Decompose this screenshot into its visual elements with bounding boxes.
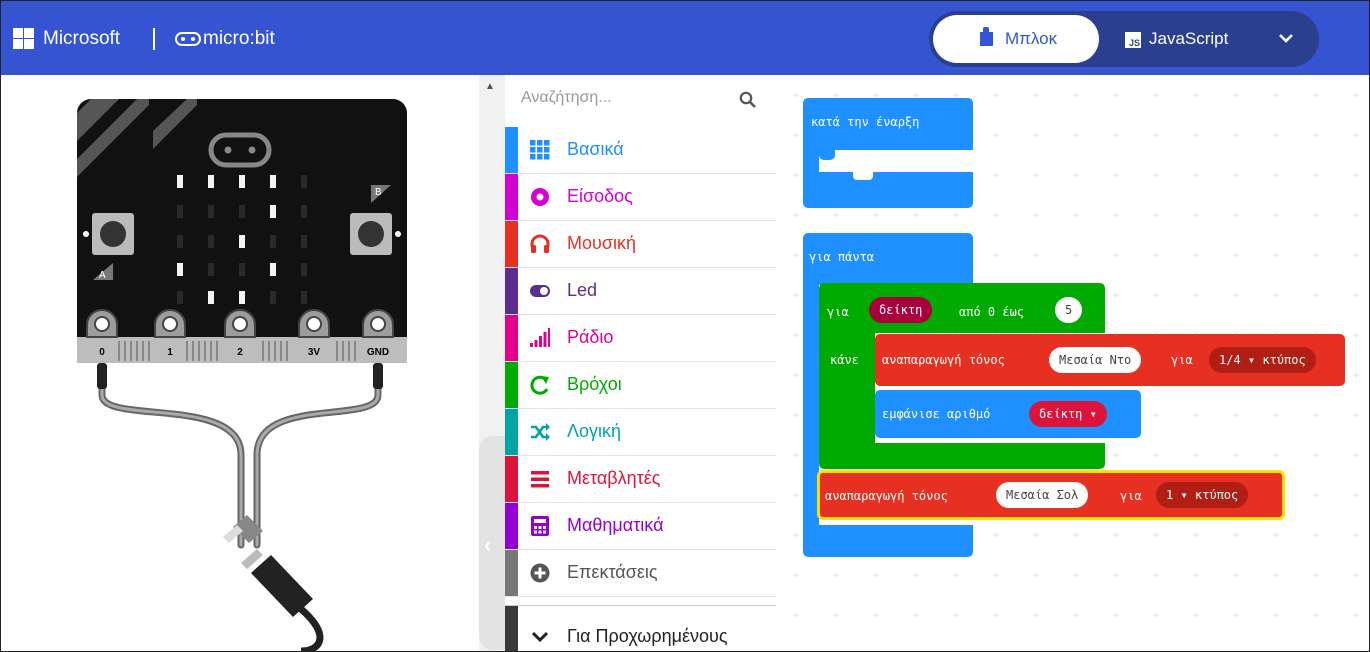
chevron-down-icon[interactable] [1275,27,1297,49]
microbit-logo-icon [175,32,201,46]
headphone-jack-icon [223,515,324,651]
category-color-stripe [505,409,518,455]
beat-dropdown[interactable]: 1/4 ▾ κτύπος [1209,347,1316,373]
category-input[interactable]: Είσοδος [505,174,776,221]
pin-label: 3V [308,347,321,358]
microsoft-label[interactable]: Microsoft [43,28,120,50]
category-color-stripe [505,174,518,220]
javascript-label: JavaScript [1149,29,1229,48]
category-label: Λογική [567,421,622,441]
category-basic[interactable]: Βασικά [505,127,776,174]
category-color-stripe [505,362,518,408]
range-label: από 0 έως [959,305,1025,319]
pin-label: 1 [167,347,173,358]
category-extensions[interactable]: Επεκτάσεις [505,550,776,597]
category-label: Μεταβλητές [567,468,661,488]
note-input[interactable]: Μεσαία Ντο [1049,347,1142,373]
category-label: Βρόχοι [567,374,622,394]
chevron-down-icon [531,631,549,643]
header-divider [153,28,155,50]
category-label: Ράδιο [567,327,614,347]
show-number-block[interactable]: εμφάνισε αριθμό δείκτη ▾ [875,390,1141,438]
play-tone-label: αναπαραγωγή τόνος [825,489,948,503]
category-label: Led [567,280,598,300]
pin-label: GND [367,347,389,358]
scroll-up-icon[interactable]: ▲ [485,81,495,92]
on-start-label: κατά την έναρξη [811,115,920,129]
loop-variable[interactable]: δείκτη [869,297,933,323]
category-label: Μαθηματικά [567,515,664,535]
category-loops[interactable]: Βρόχοι [505,362,776,409]
js-file-icon: JS [1125,32,1141,48]
category-math[interactable]: Μαθηματικά [505,503,776,550]
category-label: Βασικά [567,139,624,159]
pin-label: 2 [237,347,243,358]
blocks-label: Μπλοκ [1005,29,1058,48]
category-color-stripe [505,456,518,502]
show-number-label: εμφάνισε αριθμό [882,407,991,421]
javascript-button[interactable]: JS JavaScript [1125,29,1228,49]
play-tone-block-selected[interactable]: αναπαραγωγή τόνος Μεσαία Σολ για 1 ▾ κτύ… [817,470,1285,520]
button-b-label: B [375,187,382,198]
signal-bars-icon [530,328,550,347]
category-color-stripe [505,221,518,267]
beat-dropdown[interactable]: 1 ▾ κτύπος [1156,482,1249,508]
on-start-block[interactable]: κατά την έναρξη [803,98,973,208]
category-advanced[interactable]: Για Προχωρημένους [505,605,776,651]
for-label: για [827,305,849,319]
microbit-simulator[interactable]: A B 0 1 2 3V GND [1,75,479,651]
simulator-panel: A B 0 1 2 3V GND [1,75,479,651]
play-tone-label: αναπαραγωγή τόνος [882,353,1005,367]
category-music[interactable]: Μουσική [505,221,776,268]
blocks-workspace[interactable]: κατά την έναρξη για πάντα για δείκτη από… [776,75,1369,651]
toolbox-search [505,75,776,127]
category-label: Είσοδος [567,186,633,206]
category-color-stripe [505,127,518,173]
category-logic[interactable]: Λογική [505,409,776,456]
toggle-icon [530,285,550,297]
loop-arrow-icon [530,375,549,395]
shuffle-icon [531,423,550,441]
variable-dropdown[interactable]: δείκτη ▾ [1029,401,1107,427]
category-color-stripe [505,606,518,651]
note-input[interactable]: Μεσαία Σολ [996,482,1089,508]
for-label: για [1171,353,1193,367]
chevron-left-icon: ‹ [484,532,492,557]
category-color-stripe [505,315,518,361]
headphone-cable [98,371,382,549]
forever-label: για πάντα [809,250,875,264]
search-icon[interactable] [739,91,757,109]
makecode-editor: Microsoft micro:bit Μπλοκ JS JavaScript [0,0,1370,652]
category-color-stripe [505,268,518,314]
button-a-label: A [99,270,106,281]
headphones-icon [530,234,550,253]
microsoft-logo-icon [13,28,34,49]
input-circle-icon [531,188,549,206]
pin-label: 0 [99,347,105,358]
play-tone-block[interactable]: αναπαραγωγή τόνος Μεσαία Ντο για 1/4 ▾ κ… [875,334,1345,386]
editor-toggle: Μπλοκ JS JavaScript [929,11,1319,67]
for-label: για [1120,489,1142,503]
category-variables[interactable]: Μεταβλητές [505,456,776,503]
do-label: κάνε [830,353,859,367]
toolbox: Βασικά Είσοδος Μουσική Led Ράδιο Βρόχοι [505,75,776,651]
microbit-label[interactable]: micro:bit [203,28,275,50]
header-bar: Microsoft micro:bit Μπλοκ JS JavaScript [1,1,1369,75]
category-radio[interactable]: Ράδιο [505,315,776,362]
category-label: Για Προχωρημένους [567,626,728,646]
search-input[interactable] [521,89,721,107]
category-label: Μουσική [567,233,636,253]
lines-icon [531,471,549,488]
puzzle-piece-icon [980,27,993,46]
calculator-icon [531,516,549,536]
category-led[interactable]: Led [505,268,776,315]
end-value-input[interactable]: 5 [1055,297,1083,323]
plus-circle-icon [530,563,550,583]
collapse-simulator-button[interactable]: ‹ [479,436,505,650]
category-color-stripe [505,550,518,596]
category-label: Επεκτάσεις [567,562,658,582]
blocks-button[interactable]: Μπλοκ [933,15,1099,63]
category-color-stripe [505,503,518,549]
grid-icon [530,140,550,160]
